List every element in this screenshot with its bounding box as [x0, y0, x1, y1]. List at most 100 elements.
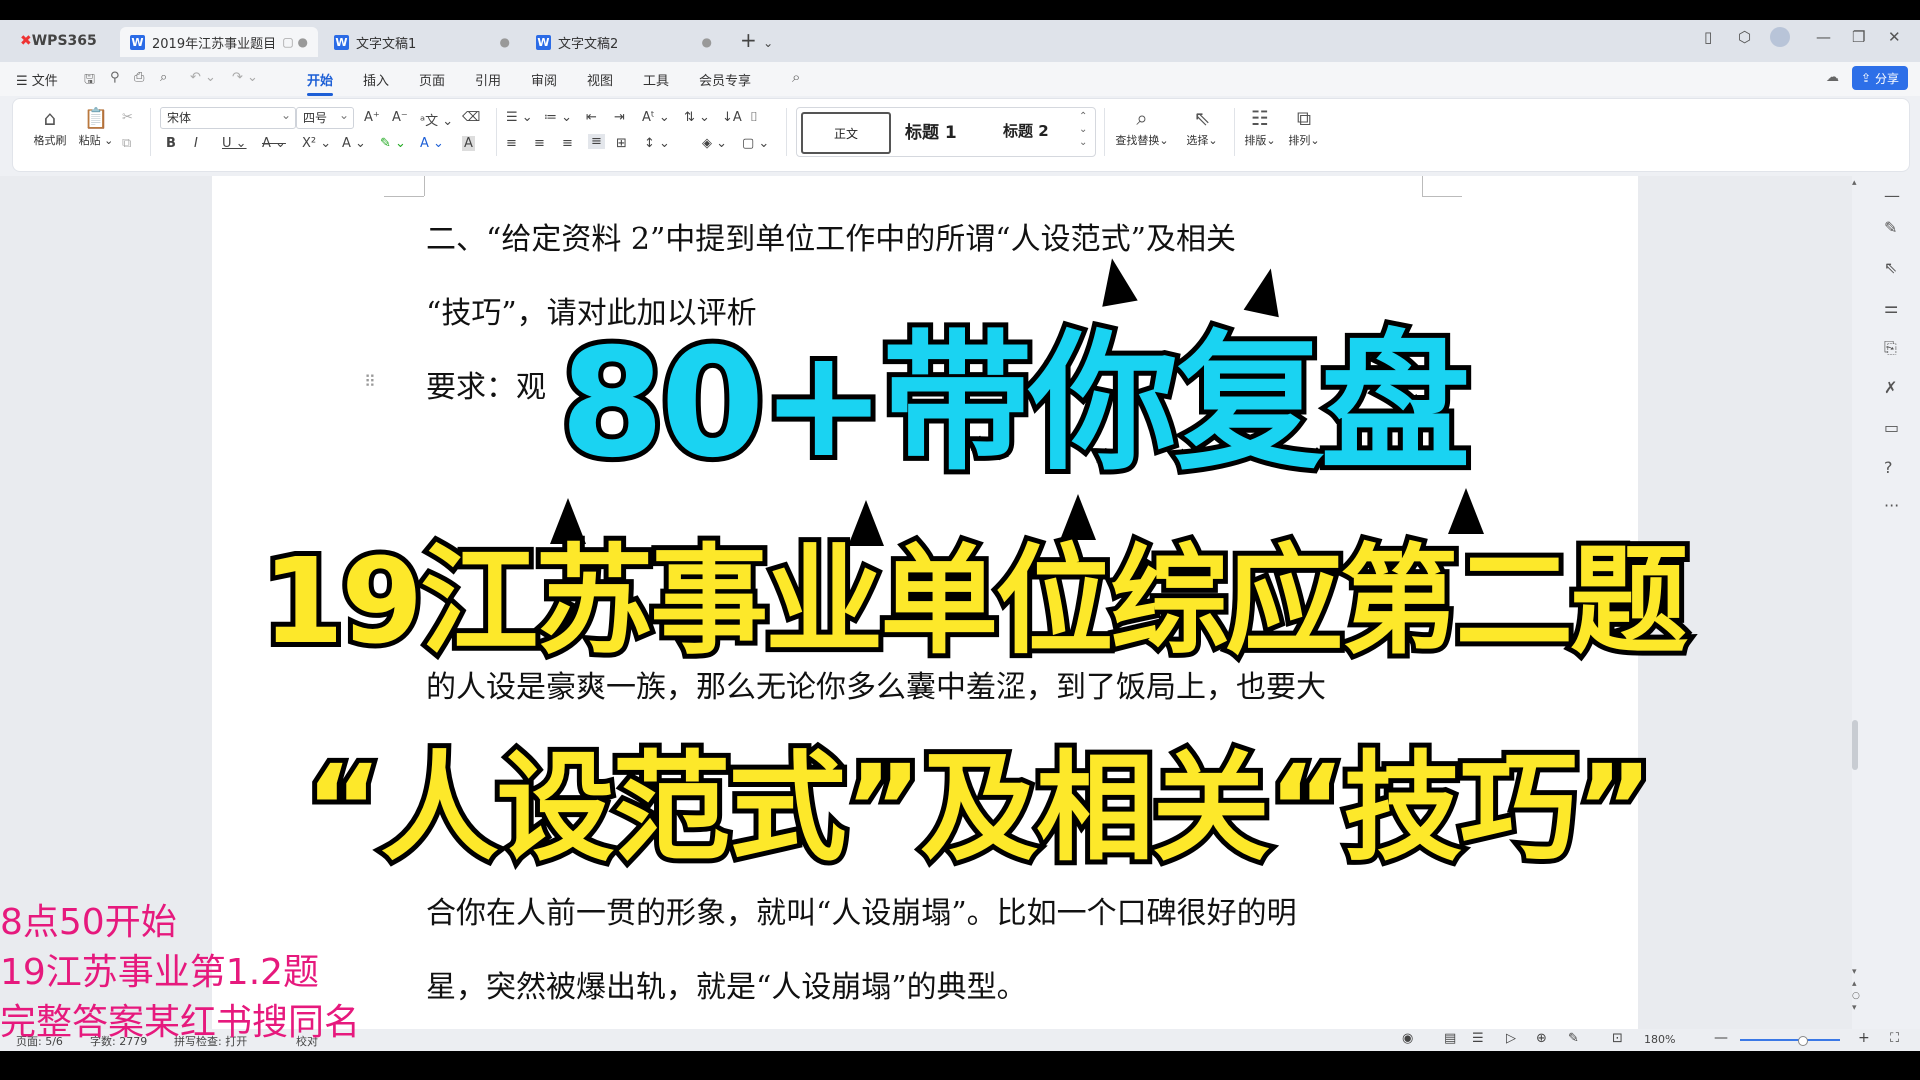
doc-line-3[interactable]: 要求：观: [426, 362, 546, 406]
reader-mode-icon[interactable]: ▯: [1704, 28, 1712, 46]
menu-item-review[interactable]: 审阅: [531, 70, 557, 89]
comment-icon[interactable]: ☁: [1826, 70, 1839, 85]
menu-item-member[interactable]: 会员专享: [699, 70, 751, 89]
cut-icon[interactable]: ✂: [122, 110, 133, 125]
file-menu[interactable]: ☰ 文件: [16, 70, 58, 89]
style-scroll-icon[interactable]: ⌃ ⌄ ⌄: [1079, 110, 1087, 149]
eye-icon[interactable]: ◉: [1402, 1031, 1413, 1046]
avatar[interactable]: [1770, 27, 1790, 47]
doc-line-1[interactable]: 二、“给定资料 2”中提到单位工作中的所谓“人设范式”及相关: [426, 214, 1236, 258]
web-view-icon[interactable]: ⊕: [1536, 1031, 1547, 1046]
doc-line-6[interactable]: 星，突然被爆出轨，就是“人设崩塌”的典型。: [426, 962, 1027, 1006]
style-heading-1[interactable]: 标题 1: [905, 118, 957, 143]
font-name-select[interactable]: 宋体: [160, 105, 296, 129]
scroll-page-icon[interactable]: ▾ ▴ ○ ▾: [1852, 966, 1860, 1014]
menu-item-tools[interactable]: 工具: [643, 70, 669, 89]
tab-document-3[interactable]: W 文字文稿2 ●: [526, 27, 722, 57]
menu-item-page[interactable]: 页面: [419, 70, 445, 89]
shrink-font-icon[interactable]: A⁻: [392, 110, 408, 125]
strikethrough-icon[interactable]: A ⌄: [262, 136, 286, 151]
pen-icon[interactable]: ✎: [1884, 218, 1897, 237]
align-right-icon[interactable]: ≡: [562, 136, 573, 151]
new-tab-button[interactable]: + ⌄: [740, 28, 773, 52]
bullet-list-icon[interactable]: ☰ ⌄: [506, 110, 533, 125]
drag-handle-icon[interactable]: ⠿: [364, 372, 376, 391]
align-center-icon[interactable]: ≡: [534, 136, 545, 151]
collapse-icon[interactable]: —: [1884, 186, 1900, 205]
copy-icon[interactable]: ⧉: [122, 136, 131, 151]
text-effect-icon[interactable]: A ⌄: [342, 136, 366, 151]
zoom-in-icon[interactable]: +: [1858, 1030, 1870, 1046]
decrease-indent-icon[interactable]: ⇤: [586, 110, 597, 125]
font-color-icon[interactable]: A ⌄: [420, 136, 444, 151]
line-spacing-icon[interactable]: ↕ ⌄: [644, 136, 670, 151]
char-shading-icon[interactable]: A: [462, 136, 475, 151]
paste-button[interactable]: 📋 粘贴 ⌄: [76, 106, 116, 148]
zoom-slider[interactable]: [1740, 1039, 1840, 1041]
fit-icon[interactable]: ⊡: [1612, 1031, 1623, 1046]
link-icon[interactable]: ⚲: [110, 70, 120, 85]
wps-logo[interactable]: ✖WPS365: [20, 33, 97, 49]
print-icon[interactable]: ⎙: [134, 70, 144, 85]
doc-line-5[interactable]: 合你在人前一贯的形象，就叫“人设崩塌”。比如一个口碑很好的明: [426, 888, 1297, 932]
tab-close-dot-icon[interactable]: ●: [500, 35, 510, 49]
grow-font-icon[interactable]: A⁺: [364, 110, 380, 125]
preview-icon[interactable]: ⌕: [160, 70, 167, 85]
pen-mode-icon[interactable]: ✎: [1568, 1031, 1579, 1046]
search-icon[interactable]: ⌕: [792, 68, 800, 86]
sort-icon[interactable]: ⇅ ⌄: [684, 110, 710, 125]
close-icon[interactable]: ✕: [1888, 28, 1901, 46]
format-painter-button[interactable]: ⌂ 格式刷: [30, 106, 70, 148]
align-left-icon[interactable]: ≡: [506, 136, 517, 151]
fullscreen-icon[interactable]: ⛶: [1890, 1031, 1899, 1046]
tab-close-dot-icon[interactable]: ●: [702, 35, 712, 49]
superscript-icon[interactable]: X² ⌄: [302, 136, 331, 151]
text-direction-icon[interactable]: Aᵗ ⌄: [642, 110, 670, 125]
help-icon[interactable]: ?: [1884, 458, 1893, 477]
menu-item-view[interactable]: 视图: [587, 70, 613, 89]
highlight-icon[interactable]: ✎ ⌄: [380, 136, 406, 151]
page-view-icon[interactable]: ▤: [1444, 1031, 1456, 1046]
tab-document-2[interactable]: W 文字文稿1 ●: [324, 27, 520, 57]
find-replace-button[interactable]: ⌕ 查找替换⌄: [1110, 106, 1174, 148]
save-icon[interactable]: 🖫: [84, 70, 95, 92]
border-icon[interactable]: ▢ ⌄: [742, 136, 769, 151]
underline-icon[interactable]: U ⌄: [222, 136, 247, 151]
arrange-button[interactable]: ⧉ 排列⌄: [1284, 106, 1324, 148]
show-marks-icon[interactable]: ⌷: [750, 110, 758, 125]
sort-az-icon[interactable]: ↓A: [722, 110, 742, 125]
minimize-icon[interactable]: —: [1816, 28, 1831, 46]
tools-icon[interactable]: ✗: [1884, 378, 1897, 397]
bold-icon[interactable]: B: [166, 136, 176, 151]
undo-icon[interactable]: ↶ ⌄: [190, 70, 216, 85]
numbered-list-icon[interactable]: ≔ ⌄: [544, 110, 572, 125]
outline-view-icon[interactable]: ☰: [1472, 1031, 1484, 1046]
redo-icon[interactable]: ↷ ⌄: [232, 70, 258, 85]
font-size-select[interactable]: 四号: [296, 105, 354, 129]
zoom-level[interactable]: 180%: [1644, 1033, 1675, 1046]
share-button[interactable]: ⇪ 分享: [1852, 66, 1908, 90]
clear-format-icon[interactable]: ⌫: [462, 110, 480, 125]
increase-indent-icon[interactable]: ⇥: [614, 110, 625, 125]
menu-item-reference[interactable]: 引用: [475, 70, 501, 89]
style-heading-2[interactable]: 标题 2: [1003, 120, 1049, 141]
phonetic-icon[interactable]: ᵃ文 ⌄: [420, 110, 453, 129]
menu-item-insert[interactable]: 插入: [363, 70, 389, 89]
cursor-icon[interactable]: ⇖: [1884, 258, 1897, 277]
zoom-slider-handle[interactable]: [1798, 1036, 1808, 1046]
tab-document-1[interactable]: W 2019年江苏事业题目 ▢ ●: [120, 27, 318, 57]
shading-icon[interactable]: ◈ ⌄: [702, 136, 727, 151]
play-icon[interactable]: ▷: [1506, 1031, 1516, 1046]
menu-item-home[interactable]: 开始: [307, 70, 334, 96]
book-icon[interactable]: ▭: [1884, 418, 1899, 437]
cube-icon[interactable]: ⬡: [1738, 28, 1751, 46]
vertical-scrollbar[interactable]: [1852, 720, 1858, 770]
edit-box-icon[interactable]: ⎘: [1884, 338, 1897, 358]
italic-icon[interactable]: I: [194, 136, 198, 151]
scroll-up-icon[interactable]: ▴: [1852, 178, 1857, 188]
more-icon[interactable]: ···: [1884, 496, 1899, 515]
layout-button[interactable]: ☷ 排版⌄: [1240, 106, 1280, 148]
sliders-icon[interactable]: ⚌: [1884, 298, 1898, 317]
distribute-icon[interactable]: ⊞: [616, 136, 627, 151]
select-button[interactable]: ⇖ 选择⌄: [1178, 106, 1226, 148]
